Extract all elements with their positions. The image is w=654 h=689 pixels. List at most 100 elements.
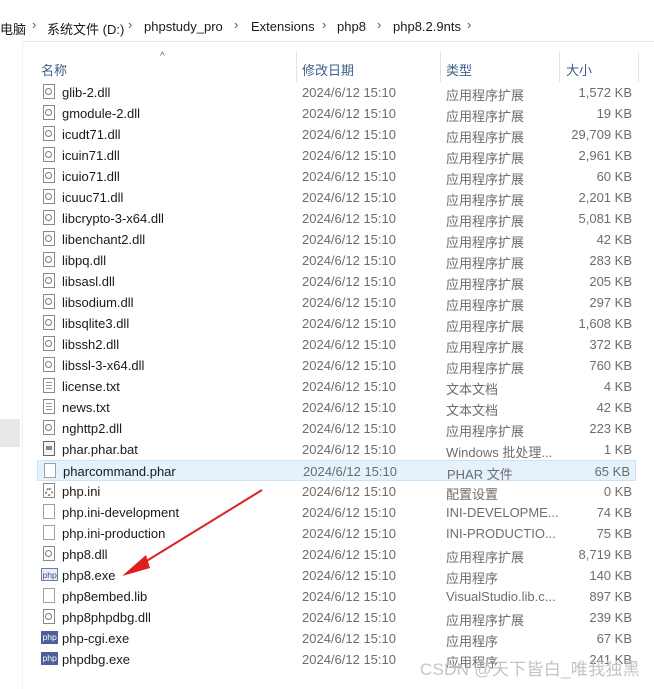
- file-name: php.ini-production: [62, 526, 166, 541]
- breadcrumb-separator-icon[interactable]: ›: [377, 17, 381, 32]
- breadcrumb-drive-d[interactable]: 系统文件 (D:): [47, 19, 124, 38]
- file-size: 1,608 KB: [578, 316, 633, 331]
- file-size: 239 KB: [589, 610, 632, 625]
- file-row[interactable]: icuuc71.dll 2024/6/12 15:10 应用程序扩展 2,201 KB: [37, 187, 637, 208]
- file-modified-date: 2024/6/12 15:10: [302, 232, 396, 247]
- file-type: 应用程序扩展: [446, 109, 525, 124]
- breadcrumb-separator-icon[interactable]: ›: [234, 17, 238, 32]
- file-row[interactable]: libpq.dll 2024/6/12 15:10 应用程序扩展 283 KB: [37, 250, 637, 271]
- file-row[interactable]: libsasl.dll 2024/6/12 15:10 应用程序扩展 205 KB: [37, 271, 637, 292]
- column-header-size[interactable]: 大小: [566, 60, 592, 79]
- file-type: 应用程序扩展: [446, 88, 525, 103]
- file-row[interactable]: phar.phar.bat 2024/6/12 15:10 Windows 批处理.…: [37, 439, 637, 460]
- file-size: 0 KB: [603, 484, 632, 499]
- file-modified-date: 2024/6/12 15:10: [302, 358, 396, 373]
- breadcrumb-separator-icon[interactable]: ›: [322, 17, 326, 32]
- file-type: 应用程序扩展: [446, 340, 525, 355]
- column-header-row: ^ 名称 修改日期 类型 大小: [0, 51, 654, 82]
- dll-file-icon: [43, 210, 55, 225]
- breadcrumb-separator-icon[interactable]: ›: [128, 17, 132, 32]
- file-modified-date: 2024/6/12 15:10: [302, 337, 396, 352]
- dll-file-icon: [43, 546, 55, 561]
- file-modified-date: 2024/6/12 15:10: [302, 169, 396, 184]
- file-row[interactable]: icuio71.dll 2024/6/12 15:10 应用程序扩展 60 KB: [37, 166, 637, 187]
- file-type: INI-DEVELOPME...: [446, 505, 559, 520]
- navigation-selected-item[interactable]: [0, 419, 20, 447]
- file-row[interactable]: pharcommand.phar 2024/6/12 15:10 PHAR 文件 65…: [37, 460, 636, 482]
- column-divider[interactable]: [638, 52, 639, 82]
- file-row[interactable]: glib-2.dll 2024/6/12 15:10 应用程序扩展 1,572 KB: [37, 82, 637, 103]
- file-row[interactable]: php php8.exe 2024/6/12 15:10 应用程序 140 KB: [37, 565, 637, 586]
- file-row[interactable]: libsqlite3.dll 2024/6/12 15:10 应用程序扩展 1,608…: [37, 313, 637, 334]
- breadcrumb-php8[interactable]: php8: [337, 19, 366, 34]
- file-type: 应用程序扩展: [446, 256, 525, 271]
- file-size: 42 KB: [596, 232, 632, 247]
- dll-file-icon: [43, 252, 55, 267]
- dll-file-icon: [43, 189, 55, 204]
- batch-file-icon: [43, 441, 55, 456]
- file-modified-date: 2024/6/12 15:10: [302, 148, 396, 163]
- file-row[interactable]: php8phpdbg.dll 2024/6/12 15:10 应用程序扩展 239 K…: [37, 607, 637, 628]
- file-type: 应用程序扩展: [446, 193, 525, 208]
- file-row[interactable]: libsodium.dll 2024/6/12 15:10 应用程序扩展 297 KB: [37, 292, 637, 313]
- dll-file-icon: [43, 105, 55, 120]
- file-size: 75 KB: [596, 526, 632, 541]
- file-type: INI-PRODUCTIO...: [446, 526, 556, 541]
- breadcrumb-separator-icon[interactable]: ›: [467, 17, 471, 32]
- php-exe-icon: php: [41, 568, 58, 581]
- dll-file-icon: [43, 294, 55, 309]
- file-row[interactable]: nghttp2.dll 2024/6/12 15:10 应用程序扩展 223 KB: [37, 418, 637, 439]
- column-divider[interactable]: [440, 52, 441, 82]
- breadcrumb-computer[interactable]: 电脑: [0, 19, 26, 38]
- file-modified-date: 2024/6/12 15:10: [302, 442, 396, 457]
- file-row[interactable]: license.txt 2024/6/12 15:10 文本文档 4 KB: [37, 376, 637, 397]
- column-header-type[interactable]: 类型: [446, 60, 472, 79]
- column-header-name[interactable]: 名称: [41, 60, 67, 79]
- file-row[interactable]: libcrypto-3-x64.dll 2024/6/12 15:10 应用程序扩展…: [37, 208, 637, 229]
- column-divider[interactable]: [559, 52, 560, 82]
- file-type: VisualStudio.lib.c...: [446, 589, 556, 604]
- file-name: php-cgi.exe: [62, 631, 130, 646]
- dll-file-icon: [43, 147, 55, 162]
- address-bar[interactable]: 电脑 › 系统文件 (D:) › phpstudy_pro › Extensio…: [0, 0, 654, 42]
- file-row[interactable]: icuin71.dll 2024/6/12 15:10 应用程序扩展 2,961 KB: [37, 145, 637, 166]
- text-file-icon: [43, 399, 55, 414]
- breadcrumb-phpstudy[interactable]: phpstudy_pro: [144, 19, 223, 34]
- file-modified-date: 2024/6/12 15:10: [303, 464, 397, 479]
- blank-file-icon: [44, 463, 56, 478]
- file-row[interactable]: php8embed.lib 2024/6/12 15:10 VisualStudio…: [37, 586, 637, 607]
- file-name: news.txt: [62, 400, 110, 415]
- file-type: 应用程序扩展: [446, 319, 525, 334]
- file-type: 应用程序扩展: [446, 298, 525, 313]
- file-modified-date: 2024/6/12 15:10: [302, 274, 396, 289]
- blank-file-icon: [43, 588, 55, 603]
- file-row[interactable]: icudt71.dll 2024/6/12 15:10 应用程序扩展 29,709 K…: [37, 124, 637, 145]
- navigation-pane[interactable]: [0, 41, 23, 689]
- file-name: libssh2.dll: [62, 337, 120, 352]
- breadcrumb-extensions[interactable]: Extensions: [251, 19, 315, 34]
- file-size: 205 KB: [589, 274, 632, 289]
- file-row[interactable]: libssh2.dll 2024/6/12 15:10 应用程序扩展 372 KB: [37, 334, 637, 355]
- file-modified-date: 2024/6/12 15:10: [302, 589, 396, 604]
- file-row[interactable]: news.txt 2024/6/12 15:10 文本文档 42 KB: [37, 397, 637, 418]
- file-row[interactable]: php.ini 2024/6/12 15:10 配置设置 0 KB: [37, 481, 637, 502]
- watermark-text: CSDN @天下皆白_唯我独黑: [419, 660, 640, 679]
- file-row[interactable]: php.ini-production 2024/6/12 15:10 INI-PRO…: [37, 523, 637, 544]
- file-modified-date: 2024/6/12 15:10: [302, 400, 396, 415]
- file-modified-date: 2024/6/12 15:10: [302, 568, 396, 583]
- file-name: license.txt: [62, 379, 120, 394]
- file-row[interactable]: php8.dll 2024/6/12 15:10 应用程序扩展 8,719 KB: [37, 544, 637, 565]
- breadcrumb-current-folder[interactable]: php8.2.9nts: [393, 19, 461, 34]
- file-row[interactable]: php.ini-development 2024/6/12 15:10 INI-DE…: [37, 502, 637, 523]
- file-row[interactable]: php php-cgi.exe 2024/6/12 15:10 应用程序 67 KB: [37, 628, 637, 649]
- column-divider[interactable]: [296, 52, 297, 82]
- file-row[interactable]: gmodule-2.dll 2024/6/12 15:10 应用程序扩展 19 KB: [37, 103, 637, 124]
- column-header-date[interactable]: 修改日期: [302, 60, 354, 79]
- file-row[interactable]: libenchant2.dll 2024/6/12 15:10 应用程序扩展 42 K…: [37, 229, 637, 250]
- file-row[interactable]: libssl-3-x64.dll 2024/6/12 15:10 应用程序扩展 760…: [37, 355, 637, 376]
- file-size: 60 KB: [596, 169, 632, 184]
- breadcrumb-separator-icon[interactable]: ›: [32, 17, 36, 32]
- file-type: 应用程序: [446, 571, 499, 586]
- file-type: 文本文档: [446, 382, 499, 397]
- file-type: 应用程序扩展: [446, 235, 525, 250]
